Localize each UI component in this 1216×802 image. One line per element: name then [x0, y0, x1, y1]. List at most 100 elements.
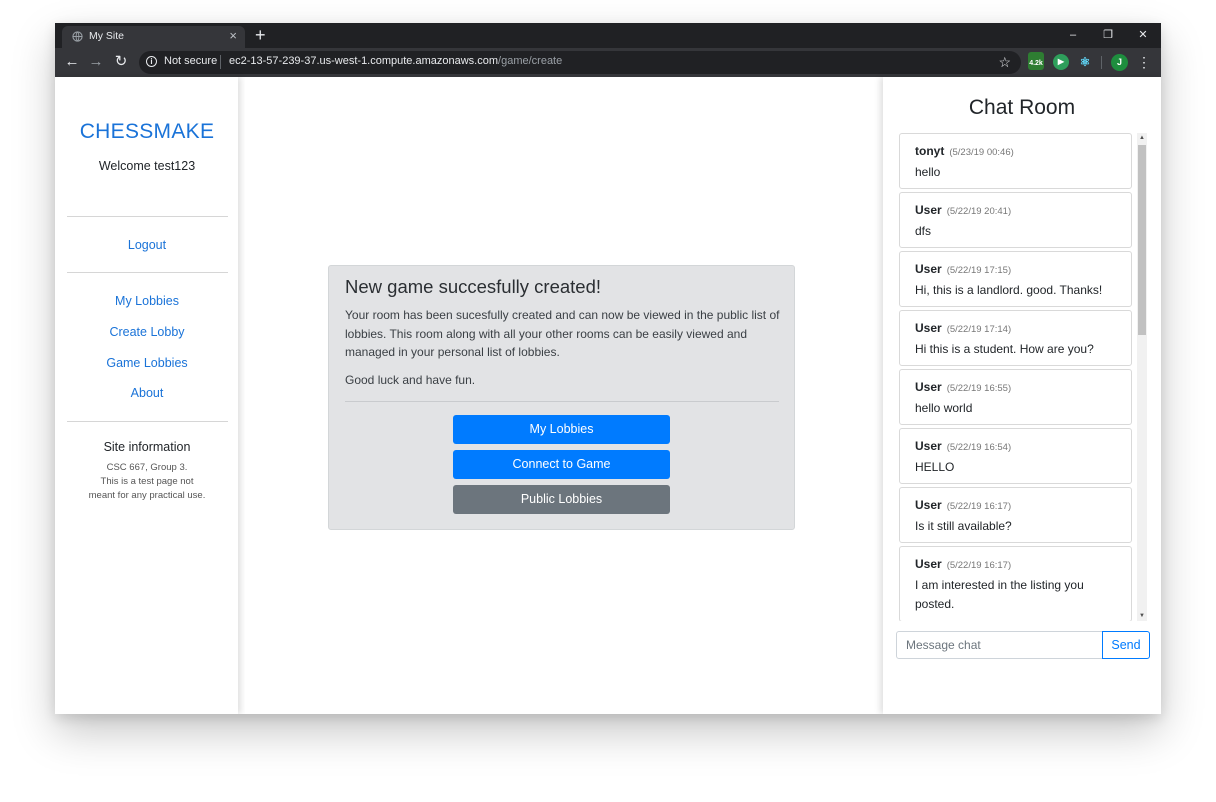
url-path: /game/create	[498, 55, 563, 67]
address-divider	[220, 55, 221, 69]
url-text[interactable]: ec2-13-57-239-37.us-west-1.compute.amazo…	[229, 55, 562, 67]
site-info-line: meant for any practical use.	[88, 490, 206, 501]
success-card: New game succesfully created! Your room …	[328, 265, 795, 530]
message-time: (5/22/19 20:41)	[946, 206, 1012, 217]
tab-my-site[interactable]: My Site ×	[62, 26, 245, 48]
divider	[67, 216, 228, 217]
tab-close-icon[interactable]: ×	[229, 28, 237, 44]
toolbar-divider	[1101, 56, 1102, 69]
bookmark-star-icon[interactable]: ☆	[998, 54, 1011, 71]
chat-message: User (5/22/19 16:17) Is it still availabl…	[899, 487, 1132, 543]
message-user: User	[915, 321, 942, 335]
divider	[67, 272, 228, 273]
site-info-text: CSC 667, Group 3. This is a test page no…	[55, 461, 239, 503]
forward-arrow-icon[interactable]: →	[86, 52, 106, 72]
logout-link[interactable]: Logout	[55, 238, 239, 252]
restore-button[interactable]: ❐	[1098, 27, 1118, 43]
url-host: ec2-13-57-239-37.us-west-1.compute.amazo…	[229, 55, 499, 67]
divider	[67, 421, 228, 422]
my-lobbies-button[interactable]: My Lobbies	[453, 415, 670, 444]
card-footer-text: Good luck and have fun.	[345, 373, 476, 387]
site-info-line: This is a test page not	[100, 476, 194, 487]
chat-panel: Chat Room tonyt (5/23/19 00:46) hello Use…	[883, 77, 1161, 714]
message-header: tonyt (5/23/19 00:46)	[915, 144, 1014, 158]
message-time: (5/22/19 16:54)	[946, 442, 1012, 453]
message-user: User	[915, 498, 942, 512]
card-body: Your room has been sucesfully created an…	[345, 308, 780, 359]
message-text: Is it still available?	[915, 519, 1012, 533]
card-divider	[345, 401, 779, 402]
message-text: hello world	[915, 401, 973, 415]
extension-icon[interactable]: ▶	[1053, 54, 1069, 70]
message-time: (5/22/19 16:17)	[946, 560, 1012, 571]
message-text: hello	[915, 165, 941, 179]
profile-avatar[interactable]: J	[1111, 54, 1128, 71]
message-time: (5/22/19 17:15)	[946, 265, 1012, 276]
chat-message: User (5/22/19 16:55) hello world	[899, 369, 1132, 425]
address-bar[interactable]: i Not secure ec2-13-57-239-37.us-west-1.…	[139, 51, 1021, 74]
main-content: New game succesfully created! Your room …	[245, 77, 883, 714]
message-user: tonyt	[915, 144, 945, 158]
message-header: User (5/22/19 20:41)	[915, 203, 1011, 217]
menu-kebab-icon[interactable]: ⋮	[1137, 52, 1151, 72]
welcome-text: Welcome test123	[98, 159, 196, 173]
chat-message: tonyt (5/23/19 00:46) hello	[899, 133, 1132, 189]
message-time: (5/22/19 17:14)	[946, 324, 1012, 335]
minimize-button[interactable]: –	[1063, 27, 1083, 43]
message-header: User (5/22/19 16:55)	[915, 380, 1011, 394]
chat-message: User (5/22/19 16:17) I am interested in t…	[899, 546, 1132, 621]
scroll-up-arrow-icon[interactable]: ▲	[1137, 133, 1147, 143]
message-user: User	[915, 557, 942, 571]
message-text: Hi, this is a landlord. good. Thanks!	[915, 283, 1103, 297]
message-header: User (5/22/19 17:14)	[915, 321, 1011, 335]
scroll-down-arrow-icon[interactable]: ▼	[1137, 611, 1147, 621]
new-tab-button[interactable]: +	[255, 24, 266, 46]
reload-icon[interactable]: ↻	[111, 52, 131, 72]
message-user: User	[915, 203, 942, 217]
chat-message: User (5/22/19 17:15) Hi, this is a landlo…	[899, 251, 1132, 307]
message-time: (5/22/19 16:17)	[946, 501, 1012, 512]
page: CHESSMAKE Welcome test123 Logout My Lobb…	[55, 77, 1161, 714]
brand-logo[interactable]: CHESSMAKE	[55, 120, 239, 144]
nav-create-lobby[interactable]: Create Lobby	[55, 325, 239, 339]
nav-my-lobbies[interactable]: My Lobbies	[55, 294, 239, 308]
chat-message: User (5/22/19 16:54) HELLO	[899, 428, 1132, 484]
message-text: dfs	[915, 224, 932, 238]
tab-title: My Site	[89, 30, 125, 42]
message-text: I am interested in the listing you poste…	[915, 578, 1084, 611]
message-header: User (5/22/19 16:54)	[915, 439, 1011, 453]
close-window-button[interactable]: ✕	[1133, 27, 1153, 43]
tab-bar: My Site × + – ❐ ✕	[55, 23, 1161, 48]
browser-window: My Site × + – ❐ ✕ ← → ↻ i Not secure ec2…	[55, 23, 1161, 714]
message-user: User	[915, 262, 942, 276]
left-sidebar: CHESSMAKE Welcome test123 Logout My Lobb…	[55, 77, 238, 714]
message-header: User (5/22/19 16:17)	[915, 498, 1011, 512]
message-time: (5/22/19 16:55)	[946, 383, 1012, 394]
scrollbar-thumb[interactable]	[1138, 145, 1146, 335]
chat-title: Chat Room	[968, 96, 1076, 119]
public-lobbies-button[interactable]: Public Lobbies	[453, 485, 670, 514]
chat-scrollbar[interactable]: ▲ ▼	[1137, 133, 1147, 621]
nav-about[interactable]: About	[55, 386, 239, 400]
chat-message: User (5/22/19 17:14) Hi this is a student…	[899, 310, 1132, 366]
send-button[interactable]: Send	[1102, 631, 1150, 659]
message-text: Hi this is a student. How are you?	[915, 342, 1094, 356]
back-arrow-icon[interactable]: ←	[62, 52, 82, 72]
card-title: New game succesfully created!	[345, 276, 602, 297]
security-label[interactable]: Not secure	[164, 55, 217, 67]
react-devtools-icon[interactable]: ⚛	[1077, 54, 1093, 70]
connect-to-game-button[interactable]: Connect to Game	[453, 450, 670, 479]
site-info-title: Site information	[103, 440, 191, 454]
globe-icon	[72, 31, 83, 42]
site-info-line: CSC 667, Group 3.	[106, 462, 188, 473]
browser-toolbar: ← → ↻ i Not secure ec2-13-57-239-37.us-w…	[55, 48, 1161, 77]
message-user: User	[915, 439, 942, 453]
message-text: HELLO	[915, 460, 955, 474]
message-user: User	[915, 380, 942, 394]
info-icon[interactable]: i	[146, 56, 157, 67]
chat-message-list[interactable]: tonyt (5/23/19 00:46) hello User (5/22/19 …	[898, 133, 1149, 621]
nav-game-lobbies[interactable]: Game Lobbies	[55, 356, 239, 370]
message-header: User (5/22/19 17:15)	[915, 262, 1011, 276]
message-chat-input[interactable]: Message chat	[896, 631, 1103, 659]
extension-badge-icon[interactable]: 4.2k	[1028, 52, 1044, 70]
